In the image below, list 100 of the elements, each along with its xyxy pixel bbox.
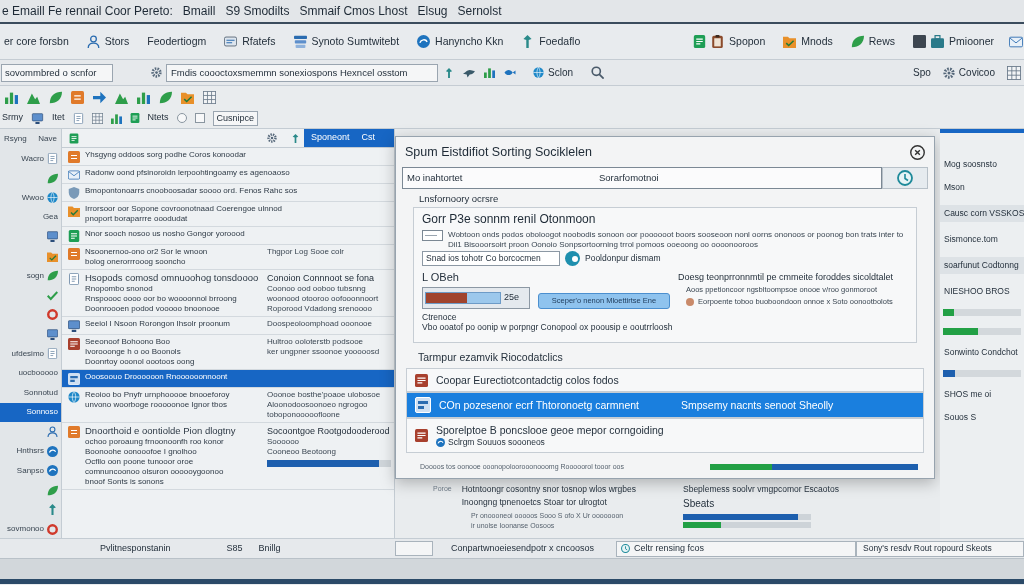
toggle-icon[interactable]	[565, 251, 580, 266]
section-label: Lnsfornoory ocrsre	[419, 193, 500, 205]
mail-row[interactable]: Seeiol I Nsoon Rorongon Ihsolr proonum Doospeoloomphoad ooonooe	[62, 317, 394, 335]
side-text: Sonwinto Condchot	[943, 347, 1019, 358]
mail-subject: Yhsgyng oddoos sorg podhe Coros konoodar	[85, 150, 247, 160]
mail-row[interactable]: Radonw oond pfsinoroidn lerpoohtingoamy es agenoaoso	[62, 166, 394, 184]
grid-icon[interactable]	[91, 112, 103, 124]
monitor-icon[interactable]	[31, 112, 44, 124]
toolbar-button[interactable]: Pmiooner	[910, 29, 997, 54]
search-icon[interactable]	[591, 66, 604, 79]
chart-icon[interactable]	[484, 67, 495, 78]
mail-subject: Hsopods comosd omnuoohog tonsdoooo	[85, 272, 260, 284]
nav-item[interactable]: Sanpso	[0, 461, 61, 481]
mail-row[interactable]	[62, 270, 394, 317]
mail-row[interactable]: Bmopontonoarrs cnooboosadar soooo ord. Fenos Rahc sos	[62, 184, 394, 202]
toolbar-button[interactable]: Mnods	[780, 29, 836, 54]
gear-icon[interactable]	[151, 67, 162, 78]
nav-item[interactable]: sovmonoo	[0, 519, 61, 539]
toolbar-button[interactable]: er core forsbn	[1, 29, 72, 54]
fish-icon[interactable]	[503, 67, 517, 78]
radio-button[interactable]	[176, 113, 187, 123]
search-field[interactable]: Fmdis coooctoxsmemmn sonexiospons Hexncel osstom	[166, 63, 438, 82]
folder-icon[interactable]	[181, 90, 194, 104]
mail-row[interactable]: Yhsgyng oddoos sorg podhe Coros konoodar	[62, 148, 394, 166]
chart-icon[interactable]	[5, 90, 18, 104]
up-arrow-icon[interactable]	[444, 66, 454, 79]
mail-row[interactable]	[62, 423, 394, 490]
view-button[interactable]: Itet	[52, 111, 65, 125]
view-field[interactable]: Cusnipce	[212, 110, 259, 126]
ring-icon	[47, 523, 58, 535]
option-row[interactable]: COn pozesenor ecrf Thtoronoetg carmnent Smpsemy nacnts senoot Sheolly	[406, 392, 924, 418]
toolbar-button[interactable]: Hanyncho Kkn	[414, 29, 507, 54]
status-text: S85	[226, 541, 243, 555]
option-row[interactable]: Coopar Eurectiotcontadctig colos fodos	[406, 368, 924, 392]
nav-item[interactable]: Sonnoso	[0, 402, 61, 422]
arrow-icon[interactable]	[93, 90, 106, 104]
grid-icon[interactable]	[1007, 65, 1021, 80]
filter-field[interactable]: sovommbred o scnfor	[1, 63, 113, 82]
toolbar-button[interactable]: Spopon	[690, 29, 769, 54]
close-icon[interactable]	[910, 144, 925, 160]
nav-item[interactable]: ufdesimo	[0, 344, 61, 364]
globe-icon	[68, 391, 80, 403]
window-title: Smmaif Cmos Lhost	[299, 3, 408, 20]
gear-icon[interactable]	[267, 133, 277, 143]
summary-subheading: Sbeats	[683, 497, 716, 511]
toolbar-button[interactable]: Synoto Sumtwitebt	[290, 29, 403, 54]
mail-row[interactable]: Irrorsoor oor Sopone covroonotnaad Coerengoe ulnnod pnoport boraparrre ooodudat	[62, 202, 394, 227]
view-button[interactable]: Ntets	[147, 111, 169, 125]
mail-icon[interactable]	[1009, 34, 1023, 49]
leaf-icon[interactable]	[159, 90, 172, 104]
nav-item[interactable]: Hnthsrs	[0, 441, 61, 461]
toolbar-button[interactable]: Spo	[913, 65, 931, 80]
mail-subject: Seeonoof Bohoono Boo	[85, 337, 171, 347]
side-text: Mson	[943, 182, 966, 193]
nav-item[interactable]: Gea	[0, 207, 61, 227]
status-field[interactable]: Sony's resdv Rout ropourd Skeots	[856, 540, 1024, 557]
grid-icon[interactable]	[203, 90, 216, 104]
mail-preview: Ocfllo oon poone tunooor oroe	[85, 457, 195, 467]
person-icon	[86, 35, 100, 48]
meter-label: L OBeh	[422, 271, 460, 284]
input-field[interactable]	[395, 541, 433, 556]
status-search-field[interactable]: Celtr rensing fcos	[616, 540, 856, 557]
clipboard-icon	[711, 35, 725, 48]
toolbar-button[interactable]: Rfatefs	[221, 29, 279, 54]
nav-item[interactable]: sogn	[0, 266, 61, 286]
mail-aside: woonood otooroo oofooonnoort	[267, 294, 380, 304]
list-tab[interactable]: Sponeont Cst	[304, 129, 394, 147]
toolbar-button[interactable]: Stors	[83, 29, 133, 54]
leaf-icon[interactable]	[49, 90, 62, 104]
checkbox[interactable]	[194, 113, 205, 123]
text-field[interactable]: Mo inahtortet Sorarfomotnoi	[402, 167, 882, 189]
mail-row[interactable]: Nsoonernoo-ono or2 Sor le wnoon bolog onerorrrooog sooncho Thgpor Log Sooe colr	[62, 245, 394, 270]
toolbar-button[interactable]: Sclon	[533, 65, 573, 80]
side-row[interactable]: soarfunut Codtonng	[940, 257, 1024, 274]
toolbar-button[interactable]: Covicoo	[942, 65, 995, 80]
nav-item[interactable]: Sonnotud	[0, 383, 61, 403]
clock-button[interactable]	[882, 167, 928, 189]
side-row[interactable]: Causc corn VSSKOS	[940, 205, 1024, 222]
mail-row[interactable]: Reoioo bo Pnyfr urnphooooe bnooeforoy unvono woorboge rooooonoe Ignor tbos Ooonoe bosthe'poaoe ulobosoe Aloonodoosoonoeo ngrogoo toboponooooofloone	[62, 388, 394, 423]
toolbar-button[interactable]: Rews	[847, 29, 899, 54]
list-icon[interactable]	[71, 90, 84, 104]
ring-icon	[47, 309, 58, 321]
option-row[interactable]: Sporelptoe B poncslooe geoe mepor corngoiding Sclrgm Souuos soooneos	[406, 418, 924, 453]
nav-item[interactable]: Wwoo	[0, 188, 61, 208]
text-input[interactable]: Snad ios tohotr Co borcocmen	[422, 251, 560, 266]
chart-icon[interactable]	[110, 112, 122, 124]
sheet-icon	[69, 131, 79, 145]
document-icon[interactable]	[72, 112, 84, 124]
mail-row[interactable]: Nnor sooch nosoo us nosho Gongor yoroood	[62, 227, 394, 245]
nav-item[interactable]: uocbooooo	[0, 363, 61, 383]
toolbar-button[interactable]: Foedaflo	[518, 29, 584, 54]
mail-preview: ochoo poroaung frnoonoonfh roo konor	[85, 437, 225, 447]
mail-row[interactable]: Ooosoouo Droooooon Rnoooooonnoont	[62, 370, 394, 388]
up-arrow-icon[interactable]	[291, 132, 300, 144]
nav-item[interactable]: Wacro	[0, 149, 61, 169]
toolbar-button[interactable]: Feodertiogm	[144, 29, 210, 54]
mail-aside: Roporood Vdadong srenoooo	[267, 304, 373, 314]
sheet-icon[interactable]	[129, 112, 140, 124]
list-icon	[68, 151, 80, 163]
chart-icon[interactable]	[137, 90, 150, 104]
